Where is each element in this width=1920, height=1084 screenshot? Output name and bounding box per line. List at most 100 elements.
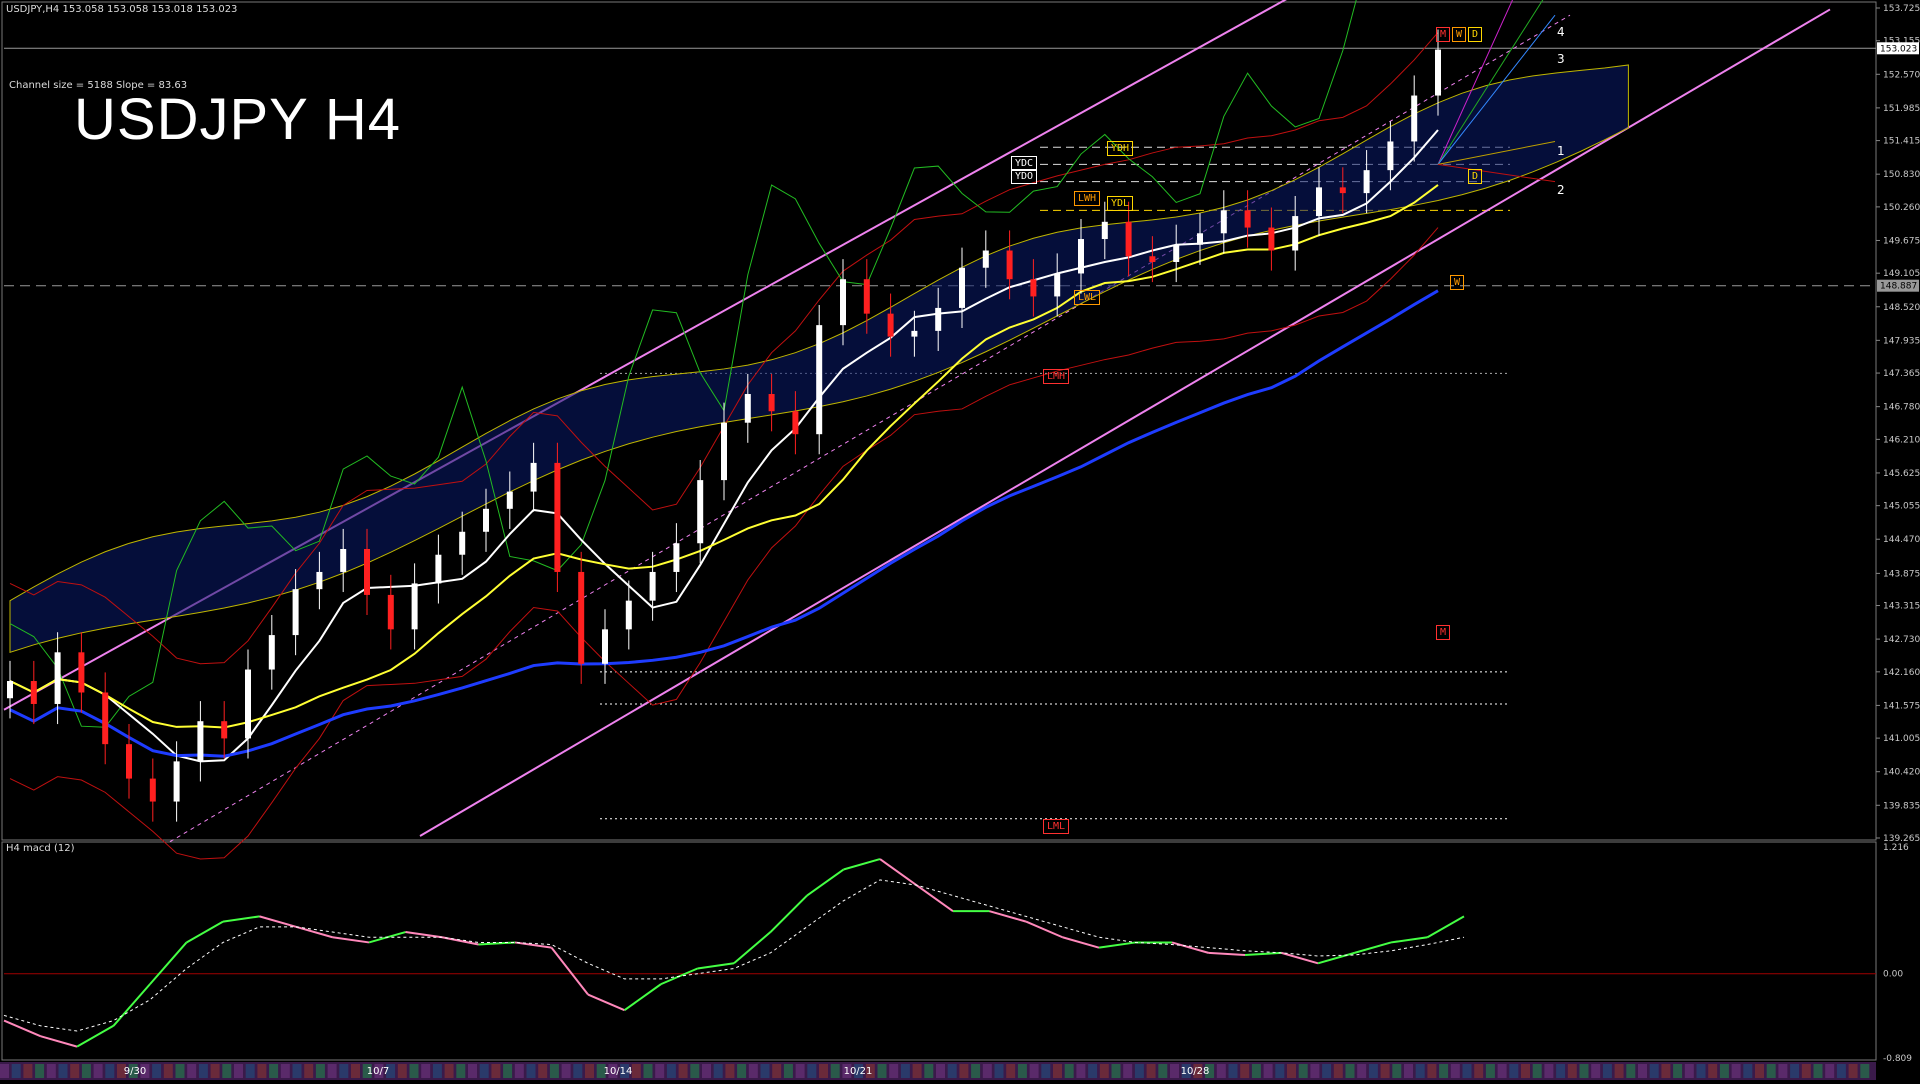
date-strip-cell bbox=[1380, 1064, 1390, 1078]
m-marker-mid: M bbox=[1436, 625, 1451, 640]
date-strip-cell bbox=[1439, 1064, 1449, 1078]
candle-body bbox=[935, 307, 942, 331]
macd-line-segment bbox=[1025, 920, 1063, 939]
candle-body bbox=[1292, 216, 1299, 251]
date-strip-cell bbox=[1673, 1064, 1683, 1078]
date-strip-cell bbox=[526, 1064, 536, 1078]
date-strip-cell bbox=[1322, 1064, 1332, 1078]
candle-body bbox=[268, 635, 275, 670]
date-strip-cell bbox=[819, 1064, 828, 1078]
ydo-label: YDO bbox=[1011, 169, 1038, 184]
y-tick-label: 142.730 bbox=[1883, 635, 1920, 645]
date-strip-cell bbox=[1521, 1064, 1530, 1078]
ydl-label: YDL bbox=[1107, 196, 1134, 211]
macd-line-segment bbox=[332, 936, 370, 944]
candle-body bbox=[744, 394, 751, 423]
candle-body bbox=[1054, 273, 1061, 297]
date-strip-cell bbox=[93, 1064, 103, 1078]
macd-line-segment bbox=[1317, 951, 1355, 965]
candle-body bbox=[1030, 279, 1037, 297]
date-strip-cell bbox=[1053, 1064, 1062, 1078]
chart-stage[interactable]: 153.725 153.155 152.570 151.985 151.415 150.8… bbox=[0, 0, 1920, 1080]
y-tick-label: 152.570 bbox=[1883, 70, 1920, 80]
date-strip-cell bbox=[1415, 1064, 1425, 1078]
date-strip-cell bbox=[46, 1064, 56, 1078]
candle-body bbox=[316, 571, 323, 590]
date-strip-cell bbox=[1567, 1064, 1577, 1078]
candle-body bbox=[1268, 227, 1275, 251]
date-strip-cell bbox=[245, 1064, 255, 1078]
candle-body bbox=[1435, 49, 1441, 96]
date-strip-cell bbox=[971, 1064, 981, 1078]
macd-line-segment bbox=[915, 884, 954, 912]
macd-line-segment bbox=[769, 894, 808, 933]
w-marker-mid: W bbox=[1450, 275, 1465, 290]
candle-body bbox=[1197, 233, 1203, 245]
date-strip-cell bbox=[889, 1064, 899, 1078]
date-strip-cell bbox=[304, 1064, 314, 1078]
candle-body bbox=[102, 692, 109, 745]
candle-body bbox=[221, 721, 228, 739]
candle-body bbox=[1101, 221, 1108, 240]
date-strip-cell bbox=[1848, 1064, 1858, 1078]
candle-body bbox=[530, 462, 537, 492]
candle-body bbox=[1316, 187, 1322, 217]
macd-signal-line bbox=[3, 879, 1465, 1032]
date-strip-cell bbox=[947, 1064, 957, 1078]
y-tick-label: 139.835 bbox=[1883, 801, 1920, 811]
date-strip-cell bbox=[1064, 1064, 1074, 1078]
date-strip-cell bbox=[175, 1064, 185, 1078]
macd-line-segment bbox=[1281, 951, 1319, 965]
candle-body bbox=[959, 267, 965, 308]
candle-body bbox=[1411, 95, 1418, 142]
date-strip-cell bbox=[702, 1064, 711, 1078]
date-strip-cell bbox=[315, 1064, 325, 1078]
candle-body bbox=[625, 600, 632, 630]
date-strip-cell bbox=[58, 1064, 68, 1078]
candle-body bbox=[459, 531, 466, 555]
candle-body bbox=[387, 594, 394, 630]
date-strip-cell bbox=[397, 1064, 407, 1078]
date-strip-cell bbox=[23, 1064, 33, 1078]
lwl-label: LWL bbox=[1074, 290, 1101, 305]
date-strip-cell bbox=[1474, 1064, 1484, 1078]
candle-body bbox=[1220, 210, 1227, 234]
d-marker-mid: D bbox=[1468, 169, 1483, 184]
date-strip-cell bbox=[1134, 1064, 1144, 1078]
date-strip-cell bbox=[1661, 1064, 1671, 1078]
date-strip-cell bbox=[994, 1064, 1004, 1078]
candle-body bbox=[483, 508, 489, 532]
date-strip-cell bbox=[1029, 1064, 1039, 1078]
macd-line-segment bbox=[1098, 941, 1136, 949]
date-strip-cell bbox=[105, 1064, 115, 1078]
macd-line-segment bbox=[733, 931, 772, 965]
date-strip-cell bbox=[1450, 1064, 1460, 1078]
y-tick-label: 149.675 bbox=[1883, 236, 1920, 246]
fan-label-3: 3 bbox=[1557, 52, 1565, 66]
date-strip-cell bbox=[1240, 1064, 1250, 1078]
x-axis-date-label: 10/14 bbox=[604, 1066, 633, 1077]
date-strip-cell bbox=[1708, 1064, 1718, 1078]
date-strip-cell bbox=[1357, 1064, 1367, 1078]
candle-body bbox=[292, 589, 299, 636]
macd-line-segment bbox=[514, 941, 552, 949]
y-tick-label: 146.780 bbox=[1883, 403, 1920, 413]
macd-line-segment bbox=[149, 941, 188, 985]
lmh-label: LMH bbox=[1043, 369, 1070, 384]
macd-line-segment bbox=[405, 931, 443, 939]
price-chart-svg[interactable]: 153.725153.155152.570151.985151.415150.8… bbox=[0, 0, 1920, 1080]
candle-body bbox=[792, 411, 799, 435]
date-strip-cell bbox=[1790, 1064, 1800, 1078]
ydh-label: YDH bbox=[1107, 141, 1134, 156]
date-strip-cell bbox=[421, 1064, 431, 1078]
macd-line-segment bbox=[989, 910, 1027, 923]
date-strip-cell bbox=[1696, 1064, 1706, 1078]
date-strip-cell bbox=[1614, 1064, 1624, 1078]
candle-body bbox=[245, 669, 251, 739]
date-strip-cell bbox=[222, 1064, 232, 1078]
date-strip-cell bbox=[210, 1064, 220, 1078]
macd-line-segment bbox=[550, 947, 589, 996]
lml-label: LML bbox=[1043, 819, 1070, 834]
date-strip-cell bbox=[1404, 1064, 1413, 1078]
date-strip-cell bbox=[772, 1064, 782, 1078]
